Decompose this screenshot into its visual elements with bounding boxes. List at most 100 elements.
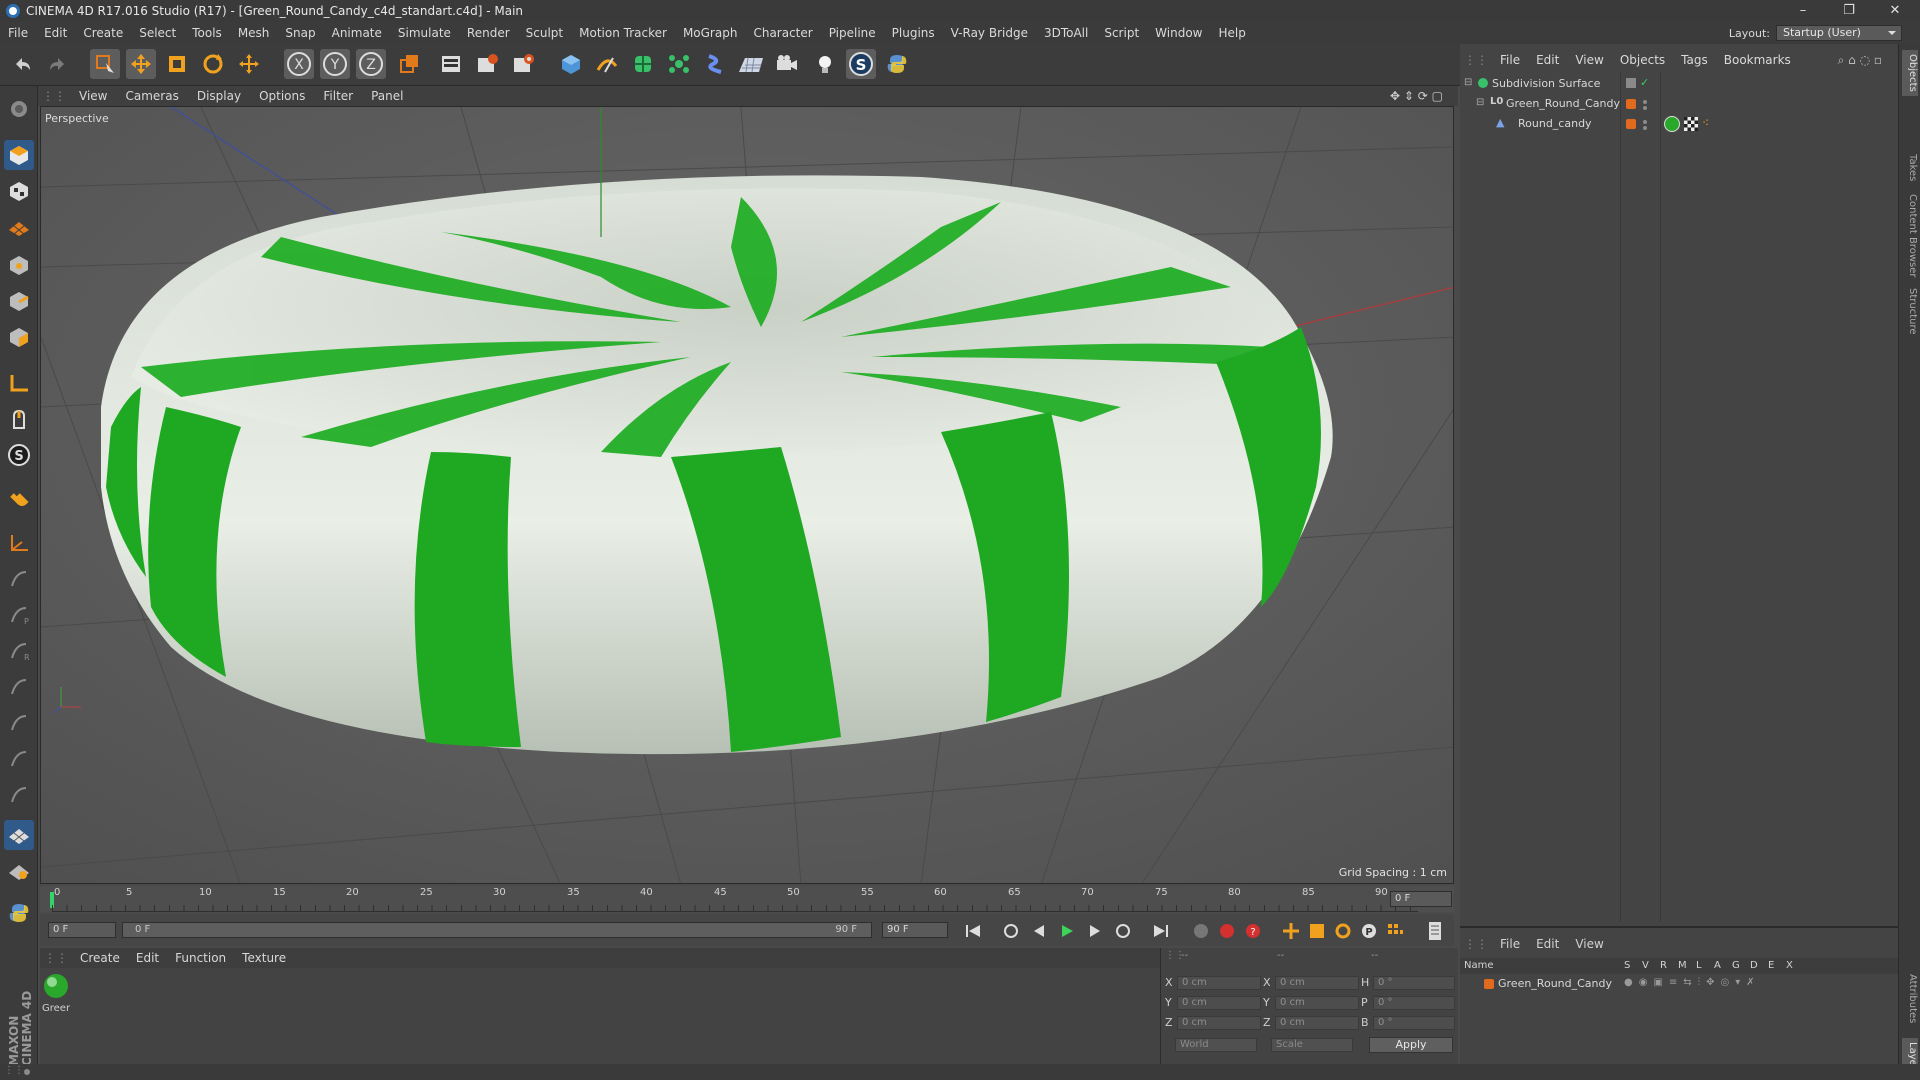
layer-swatch-icon[interactable] xyxy=(1626,119,1636,129)
move-icon[interactable] xyxy=(126,49,156,79)
layer-menu-file[interactable]: File xyxy=(1492,937,1528,951)
menu-create[interactable]: Create xyxy=(75,26,131,40)
brush-tool-6-icon[interactable] xyxy=(4,744,34,774)
camera-icon[interactable] xyxy=(772,49,802,79)
menu-render[interactable]: Render xyxy=(459,26,518,40)
key-parameter-icon[interactable]: P xyxy=(1358,920,1380,942)
workplane-lock-icon[interactable] xyxy=(4,856,34,886)
column-locked[interactable]: L xyxy=(1696,960,1702,971)
coord-py-field[interactable]: 0 cm xyxy=(1177,996,1261,1010)
cube-icon[interactable] xyxy=(556,49,586,79)
light-icon[interactable] xyxy=(810,49,840,79)
menu-3dtoall[interactable]: 3DToAll xyxy=(1036,26,1096,40)
y-axis-icon[interactable]: Y xyxy=(320,49,350,79)
column-solo[interactable]: S xyxy=(1624,960,1630,971)
brush-tool-2-icon[interactable]: P xyxy=(4,600,34,630)
previous-frame-icon[interactable] xyxy=(1028,920,1050,942)
subdivision-icon[interactable] xyxy=(628,49,658,79)
current-frame-field[interactable]: 0 F xyxy=(1390,891,1452,907)
minimize-button[interactable]: – xyxy=(1780,0,1826,22)
object-row-green-round-candy[interactable]: ⊟ L0 Green_Round_Candy xyxy=(1460,96,1898,114)
model-mode-icon[interactable] xyxy=(4,140,34,170)
viewport-menu-cameras[interactable]: Cameras xyxy=(116,89,187,103)
material-menu-edit[interactable]: Edit xyxy=(128,951,167,965)
grid-snap-icon[interactable] xyxy=(4,820,34,850)
coord-b-field[interactable]: 0 ° xyxy=(1373,1016,1455,1030)
column-visible[interactable]: V xyxy=(1642,960,1649,971)
coord-sx-field[interactable]: 0 cm xyxy=(1275,976,1359,990)
x-axis-icon[interactable]: X xyxy=(284,49,314,79)
floor-icon[interactable] xyxy=(736,49,766,79)
tab-attributes[interactable]: Attributes xyxy=(1902,974,1918,1023)
layer-swatch-icon[interactable] xyxy=(1626,99,1636,109)
z-axis-icon[interactable]: Z xyxy=(356,49,386,79)
menu-animate[interactable]: Animate xyxy=(324,26,390,40)
redo-icon[interactable] xyxy=(42,49,72,79)
apply-button[interactable]: Apply xyxy=(1369,1037,1453,1053)
coord-px-field[interactable]: 0 cm xyxy=(1177,976,1261,990)
object-menu-bookmarks[interactable]: Bookmarks xyxy=(1716,53,1799,67)
viewport-menu-filter[interactable]: Filter xyxy=(314,89,362,103)
rotate-icon[interactable] xyxy=(198,49,228,79)
close-button[interactable]: ✕ xyxy=(1872,0,1918,22)
menu-motion-tracker[interactable]: Motion Tracker xyxy=(571,26,675,40)
tab-objects[interactable]: Objects xyxy=(1902,50,1918,96)
edit-render-settings-icon[interactable] xyxy=(508,49,538,79)
brush-tool-icon[interactable] xyxy=(4,564,34,594)
menu-simulate[interactable]: Simulate xyxy=(390,26,459,40)
tab-content-browser[interactable]: Content Browser xyxy=(1902,194,1918,277)
script-icon[interactable]: S xyxy=(846,49,876,79)
render-dot-icon[interactable] xyxy=(1643,126,1647,130)
key-rotation-icon[interactable] xyxy=(1332,920,1354,942)
transform-mode-dropdown[interactable]: Scale xyxy=(1271,1038,1353,1052)
visibility-dot-icon[interactable] xyxy=(1643,120,1647,124)
timeline-layout-icon[interactable] xyxy=(1424,920,1446,942)
column-render[interactable]: R xyxy=(1660,960,1667,971)
coord-p-field[interactable]: 0 ° xyxy=(1373,996,1455,1010)
scale-icon[interactable] xyxy=(162,49,192,79)
viewport-menu-panel[interactable]: Panel xyxy=(362,89,412,103)
layer-menu-edit[interactable]: Edit xyxy=(1528,937,1567,951)
collapse-icon[interactable]: ⊟ xyxy=(1476,97,1484,108)
menu-script[interactable]: Script xyxy=(1096,26,1147,40)
menu-mesh[interactable]: Mesh xyxy=(230,26,278,40)
axis-lock-icon[interactable] xyxy=(4,528,34,558)
timeline-ruler[interactable]: 0 5 10 15 20 25 30 35 40 45 50 55 60 65 … xyxy=(40,886,1454,912)
enabled-check-icon[interactable]: ✓ xyxy=(1640,76,1649,89)
menu-file[interactable]: File xyxy=(0,26,36,40)
axis-mode-icon[interactable] xyxy=(4,368,34,398)
coord-pz-field[interactable]: 0 cm xyxy=(1177,1016,1261,1030)
brush-tool-4-icon[interactable] xyxy=(4,672,34,702)
live-selection-icon[interactable] xyxy=(90,49,120,79)
menu-plugins[interactable]: Plugins xyxy=(884,26,943,40)
undo-icon[interactable] xyxy=(8,49,38,79)
collapse-icon[interactable]: ⊟ xyxy=(1464,77,1472,88)
column-manager[interactable]: M xyxy=(1678,960,1687,971)
material-swatch[interactable]: Green xyxy=(42,972,70,1014)
object-menu-tags[interactable]: Tags xyxy=(1673,53,1716,67)
column-generators[interactable]: G xyxy=(1732,960,1740,971)
column-name[interactable]: Name xyxy=(1464,960,1494,971)
viewport-menu-options[interactable]: Options xyxy=(250,89,314,103)
menu-tools[interactable]: Tools xyxy=(184,26,230,40)
material-menu-texture[interactable]: Texture xyxy=(234,951,294,965)
workplane-icon[interactable] xyxy=(4,212,34,242)
points-mode-icon[interactable] xyxy=(4,250,34,280)
object-menu-file[interactable]: File xyxy=(1492,53,1528,67)
render-view-icon[interactable] xyxy=(436,49,466,79)
column-animation[interactable]: A xyxy=(1714,960,1721,971)
coord-h-field[interactable]: 0 ° xyxy=(1373,976,1455,990)
python-icon[interactable] xyxy=(882,49,912,79)
polygons-mode-icon[interactable] xyxy=(4,322,34,352)
column-deformers[interactable]: D xyxy=(1750,960,1758,971)
menu-character[interactable]: Character xyxy=(745,26,820,40)
key-pla-icon[interactable] xyxy=(1384,920,1406,942)
3d-viewport[interactable]: Perspective Grid Spacing : 1 cm xyxy=(40,106,1454,884)
restore-button[interactable]: ❐ xyxy=(1826,0,1872,22)
next-keyframe-icon[interactable] xyxy=(1112,920,1134,942)
menu-window[interactable]: Window xyxy=(1147,26,1210,40)
end-frame-field[interactable]: 90 F xyxy=(882,922,948,938)
go-to-start-icon[interactable] xyxy=(962,920,984,942)
layout-dropdown[interactable]: Startup (User) xyxy=(1776,25,1902,41)
menu-mograph[interactable]: MoGraph xyxy=(675,26,746,40)
